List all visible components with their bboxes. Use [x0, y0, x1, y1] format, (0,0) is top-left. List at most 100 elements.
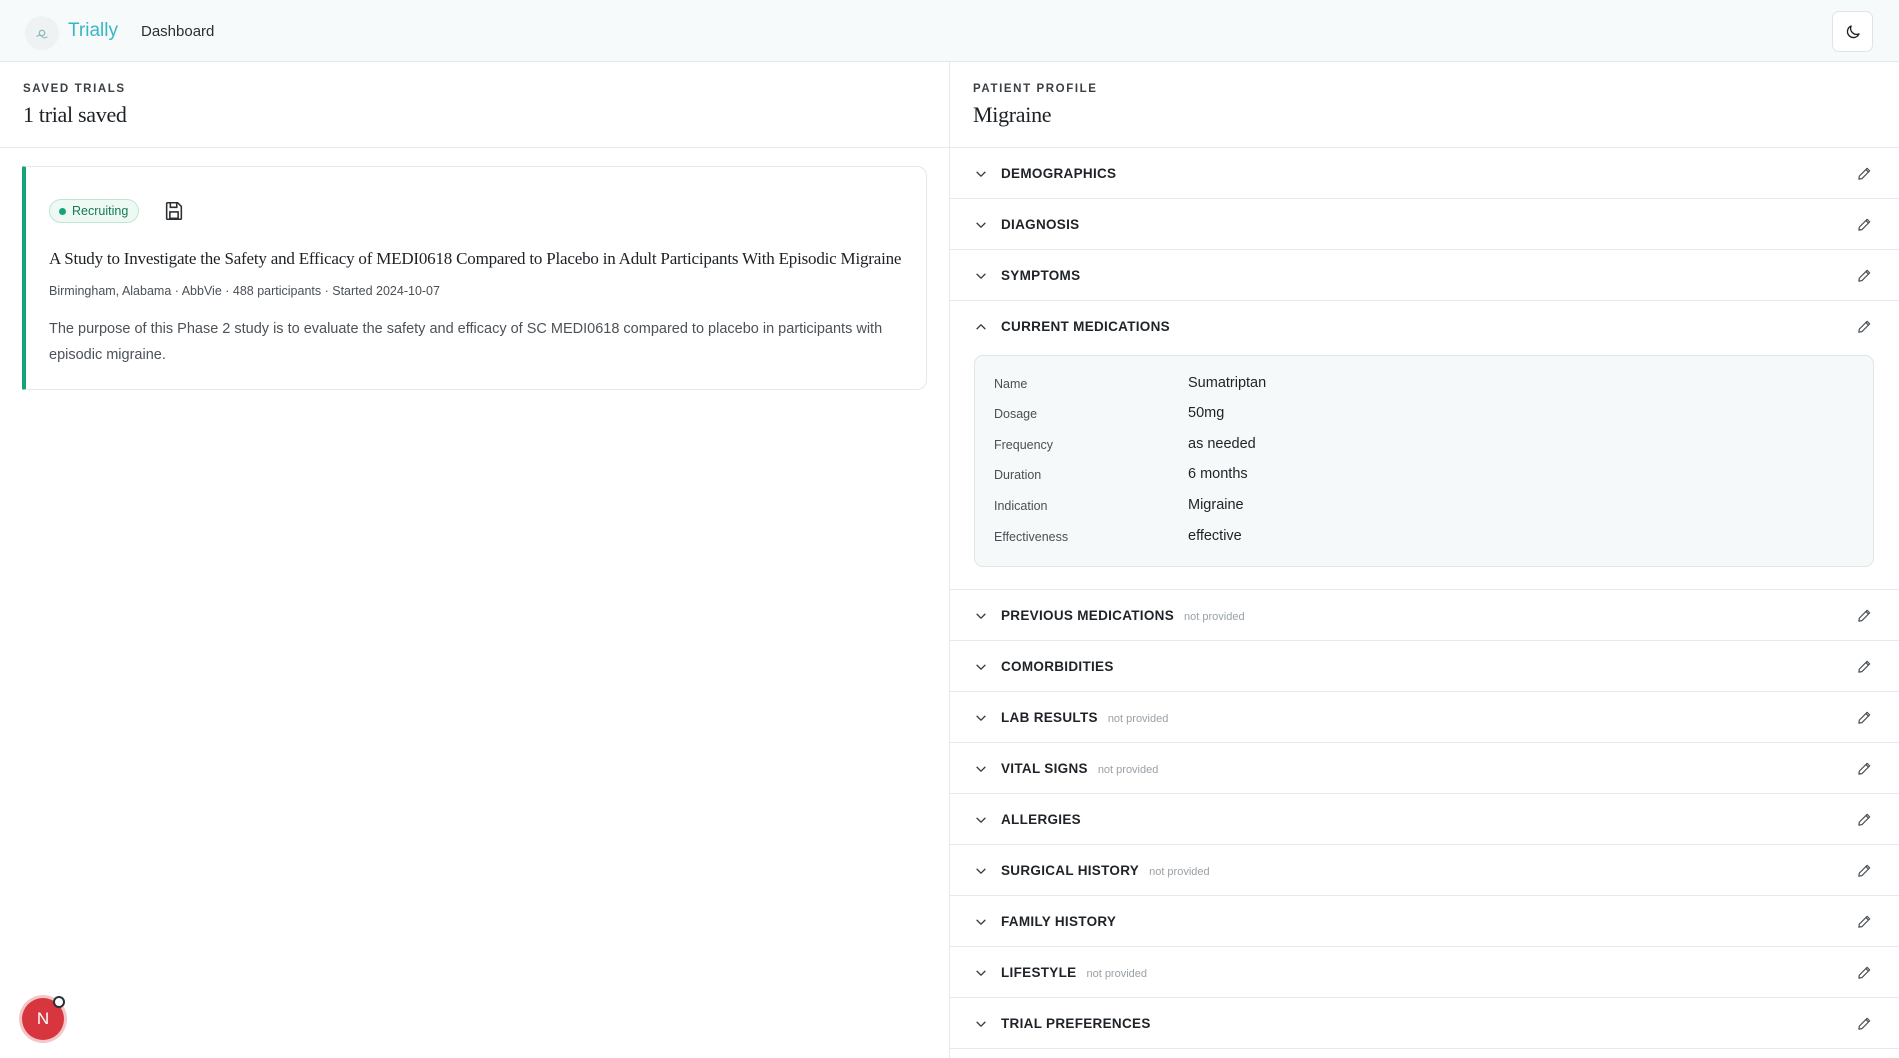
- chevron-down-icon: [976, 171, 986, 177]
- pencil-icon[interactable]: [1857, 863, 1872, 878]
- status-badge-label: Recruiting: [72, 204, 129, 218]
- saved-trials-kicker: SAVED TRIALS: [23, 83, 126, 95]
- chevron-down-icon: [976, 273, 986, 279]
- pencil-icon[interactable]: [1857, 268, 1872, 283]
- medication-field-value: 50mg: [1188, 405, 1225, 421]
- avatar-initial: N: [36, 1009, 50, 1028]
- trial-meta: Birmingham, Alabama · AbbVie · 488 parti…: [49, 284, 440, 298]
- medication-field-key: Dosage: [994, 407, 1038, 421]
- logo-icon[interactable]: [25, 16, 59, 50]
- section-label: DIAGNOSIS: [1001, 217, 1080, 232]
- section-lab-results[interactable]: LAB RESULTS not provided: [950, 692, 1899, 743]
- medication-field-row: Name Sumatriptan: [994, 375, 1854, 395]
- nav-link-dashboard[interactable]: Dashboard: [141, 23, 214, 40]
- pencil-icon[interactable]: [1857, 608, 1872, 623]
- medication-field-key: Name: [994, 377, 1028, 391]
- chevron-down-icon: [976, 970, 986, 976]
- pencil-icon[interactable]: [1857, 914, 1872, 929]
- medication-field-value: Migraine: [1188, 497, 1244, 513]
- medication-field-row: Dosage 50mg: [994, 405, 1854, 425]
- chevron-down-icon: [976, 919, 986, 925]
- section-diagnosis[interactable]: DIAGNOSIS: [950, 199, 1899, 250]
- medication-field-key: Indication: [994, 499, 1048, 513]
- patient-profile-kicker: PATIENT PROFILE: [973, 83, 1098, 95]
- section-surgical-history[interactable]: SURGICAL HISTORY not provided: [950, 845, 1899, 896]
- not-provided-note: not provided: [1149, 866, 1210, 878]
- section-label: SURGICAL HISTORY not provided: [1001, 863, 1210, 878]
- section-label: FAMILY HISTORY: [1001, 914, 1117, 929]
- saved-trials-panel: SAVED TRIALS 1 trial saved Recruiting A …: [0, 62, 949, 1058]
- pencil-icon[interactable]: [1857, 659, 1872, 674]
- trial-description: The purpose of this Phase 2 study is to …: [49, 321, 883, 363]
- profile-sections: DEMOGRAPHICS DIAGNOSIS SYMPTOMS CURRENT …: [950, 148, 1899, 1049]
- medication-details: Name Sumatriptan Dosage 50mg Frequency a…: [974, 355, 1874, 567]
- chevron-down-icon: [976, 868, 986, 874]
- section-label: CURRENT MEDICATIONS: [1001, 319, 1170, 334]
- pencil-icon[interactable]: [1857, 710, 1872, 725]
- medication-field-value: Sumatriptan: [1188, 375, 1267, 391]
- save-icon[interactable]: [163, 200, 185, 222]
- top-bar: Trially Dashboard: [0, 0, 1899, 62]
- section-vital-signs[interactable]: VITAL SIGNS not provided: [950, 743, 1899, 794]
- trial-title[interactable]: A Study to Investigate the Safety and Ef…: [49, 249, 909, 269]
- pencil-icon[interactable]: [1857, 1016, 1872, 1031]
- section-label: COMORBIDITIES: [1001, 659, 1114, 674]
- medication-field-key: Frequency: [994, 438, 1054, 452]
- moon-icon: [1846, 24, 1860, 38]
- section-label: SYMPTOMS: [1001, 268, 1081, 283]
- section-label: VITAL SIGNS not provided: [1001, 761, 1159, 776]
- section-label: ALLERGIES: [1001, 812, 1081, 827]
- medication-field-value: effective: [1188, 528, 1242, 544]
- trial-card[interactable]: Recruiting A Study to Investigate the Sa…: [22, 166, 927, 390]
- section-label: LAB RESULTS not provided: [1001, 710, 1169, 725]
- medication-field-row: Duration 6 months: [994, 466, 1854, 486]
- chevron-down-icon: [976, 766, 986, 772]
- medication-field-row: Frequency as needed: [994, 436, 1854, 456]
- saved-trials-header: SAVED TRIALS 1 trial saved: [0, 62, 949, 148]
- section-family-history[interactable]: FAMILY HISTORY: [950, 896, 1899, 947]
- saved-trials-count: 1 trial saved: [23, 102, 127, 127]
- not-provided-note: not provided: [1184, 611, 1245, 623]
- chevron-up-icon: [976, 324, 986, 330]
- section-comorbidities[interactable]: COMORBIDITIES: [950, 641, 1899, 692]
- not-provided-note: not provided: [1107, 713, 1169, 725]
- status-dot-icon: [59, 208, 66, 215]
- chevron-down-icon: [976, 613, 986, 619]
- pencil-icon[interactable]: [1857, 166, 1872, 181]
- section-demographics[interactable]: DEMOGRAPHICS: [950, 148, 1899, 199]
- medication-field-value: as needed: [1188, 436, 1256, 452]
- section-trial-preferences[interactable]: TRIAL PREFERENCES: [950, 998, 1899, 1049]
- medication-field-key: Effectiveness: [994, 530, 1069, 544]
- medication-field-value: 6 months: [1188, 466, 1248, 482]
- section-label: TRIAL PREFERENCES: [1001, 1016, 1151, 1031]
- section-lifestyle[interactable]: LIFESTYLE not provided: [950, 947, 1899, 998]
- medication-field-row: Effectiveness effective: [994, 528, 1854, 548]
- medication-field-key: Duration: [994, 468, 1042, 482]
- section-allergies[interactable]: ALLERGIES: [950, 794, 1899, 845]
- section-current-medications-header[interactable]: CURRENT MEDICATIONS: [950, 301, 1899, 352]
- section-label: DEMOGRAPHICS: [1001, 166, 1117, 181]
- pencil-icon[interactable]: [1857, 319, 1872, 334]
- patient-condition: Migraine: [973, 102, 1052, 127]
- patient-profile-panel: PATIENT PROFILE Migraine DEMOGRAPHICS DI…: [950, 62, 1899, 1058]
- section-previous-medications[interactable]: PREVIOUS MEDICATIONS not provided: [950, 590, 1899, 641]
- status-badge: Recruiting: [49, 199, 140, 223]
- brand-name[interactable]: Trially: [68, 20, 118, 42]
- chevron-down-icon: [976, 817, 986, 823]
- theme-toggle-button[interactable]: [1832, 11, 1873, 52]
- pencil-icon[interactable]: [1857, 965, 1872, 980]
- patient-profile-header: PATIENT PROFILE Migraine: [950, 62, 1899, 148]
- pencil-icon[interactable]: [1857, 217, 1872, 232]
- chevron-down-icon: [976, 664, 986, 670]
- pencil-icon[interactable]: [1857, 761, 1872, 776]
- pencil-icon[interactable]: [1857, 812, 1872, 827]
- medication-field-row: Indication Migraine: [994, 497, 1854, 517]
- section-label: PREVIOUS MEDICATIONS not provided: [1001, 608, 1245, 623]
- section-current-medications: CURRENT MEDICATIONS Name Sumatriptan Dos…: [950, 301, 1899, 590]
- section-label: LIFESTYLE not provided: [1001, 965, 1148, 980]
- chevron-down-icon: [976, 1021, 986, 1027]
- section-symptoms[interactable]: SYMPTOMS: [950, 250, 1899, 301]
- not-provided-note: not provided: [1097, 764, 1159, 776]
- floating-avatar-button[interactable]: N: [22, 996, 65, 1040]
- chevron-down-icon: [976, 222, 986, 228]
